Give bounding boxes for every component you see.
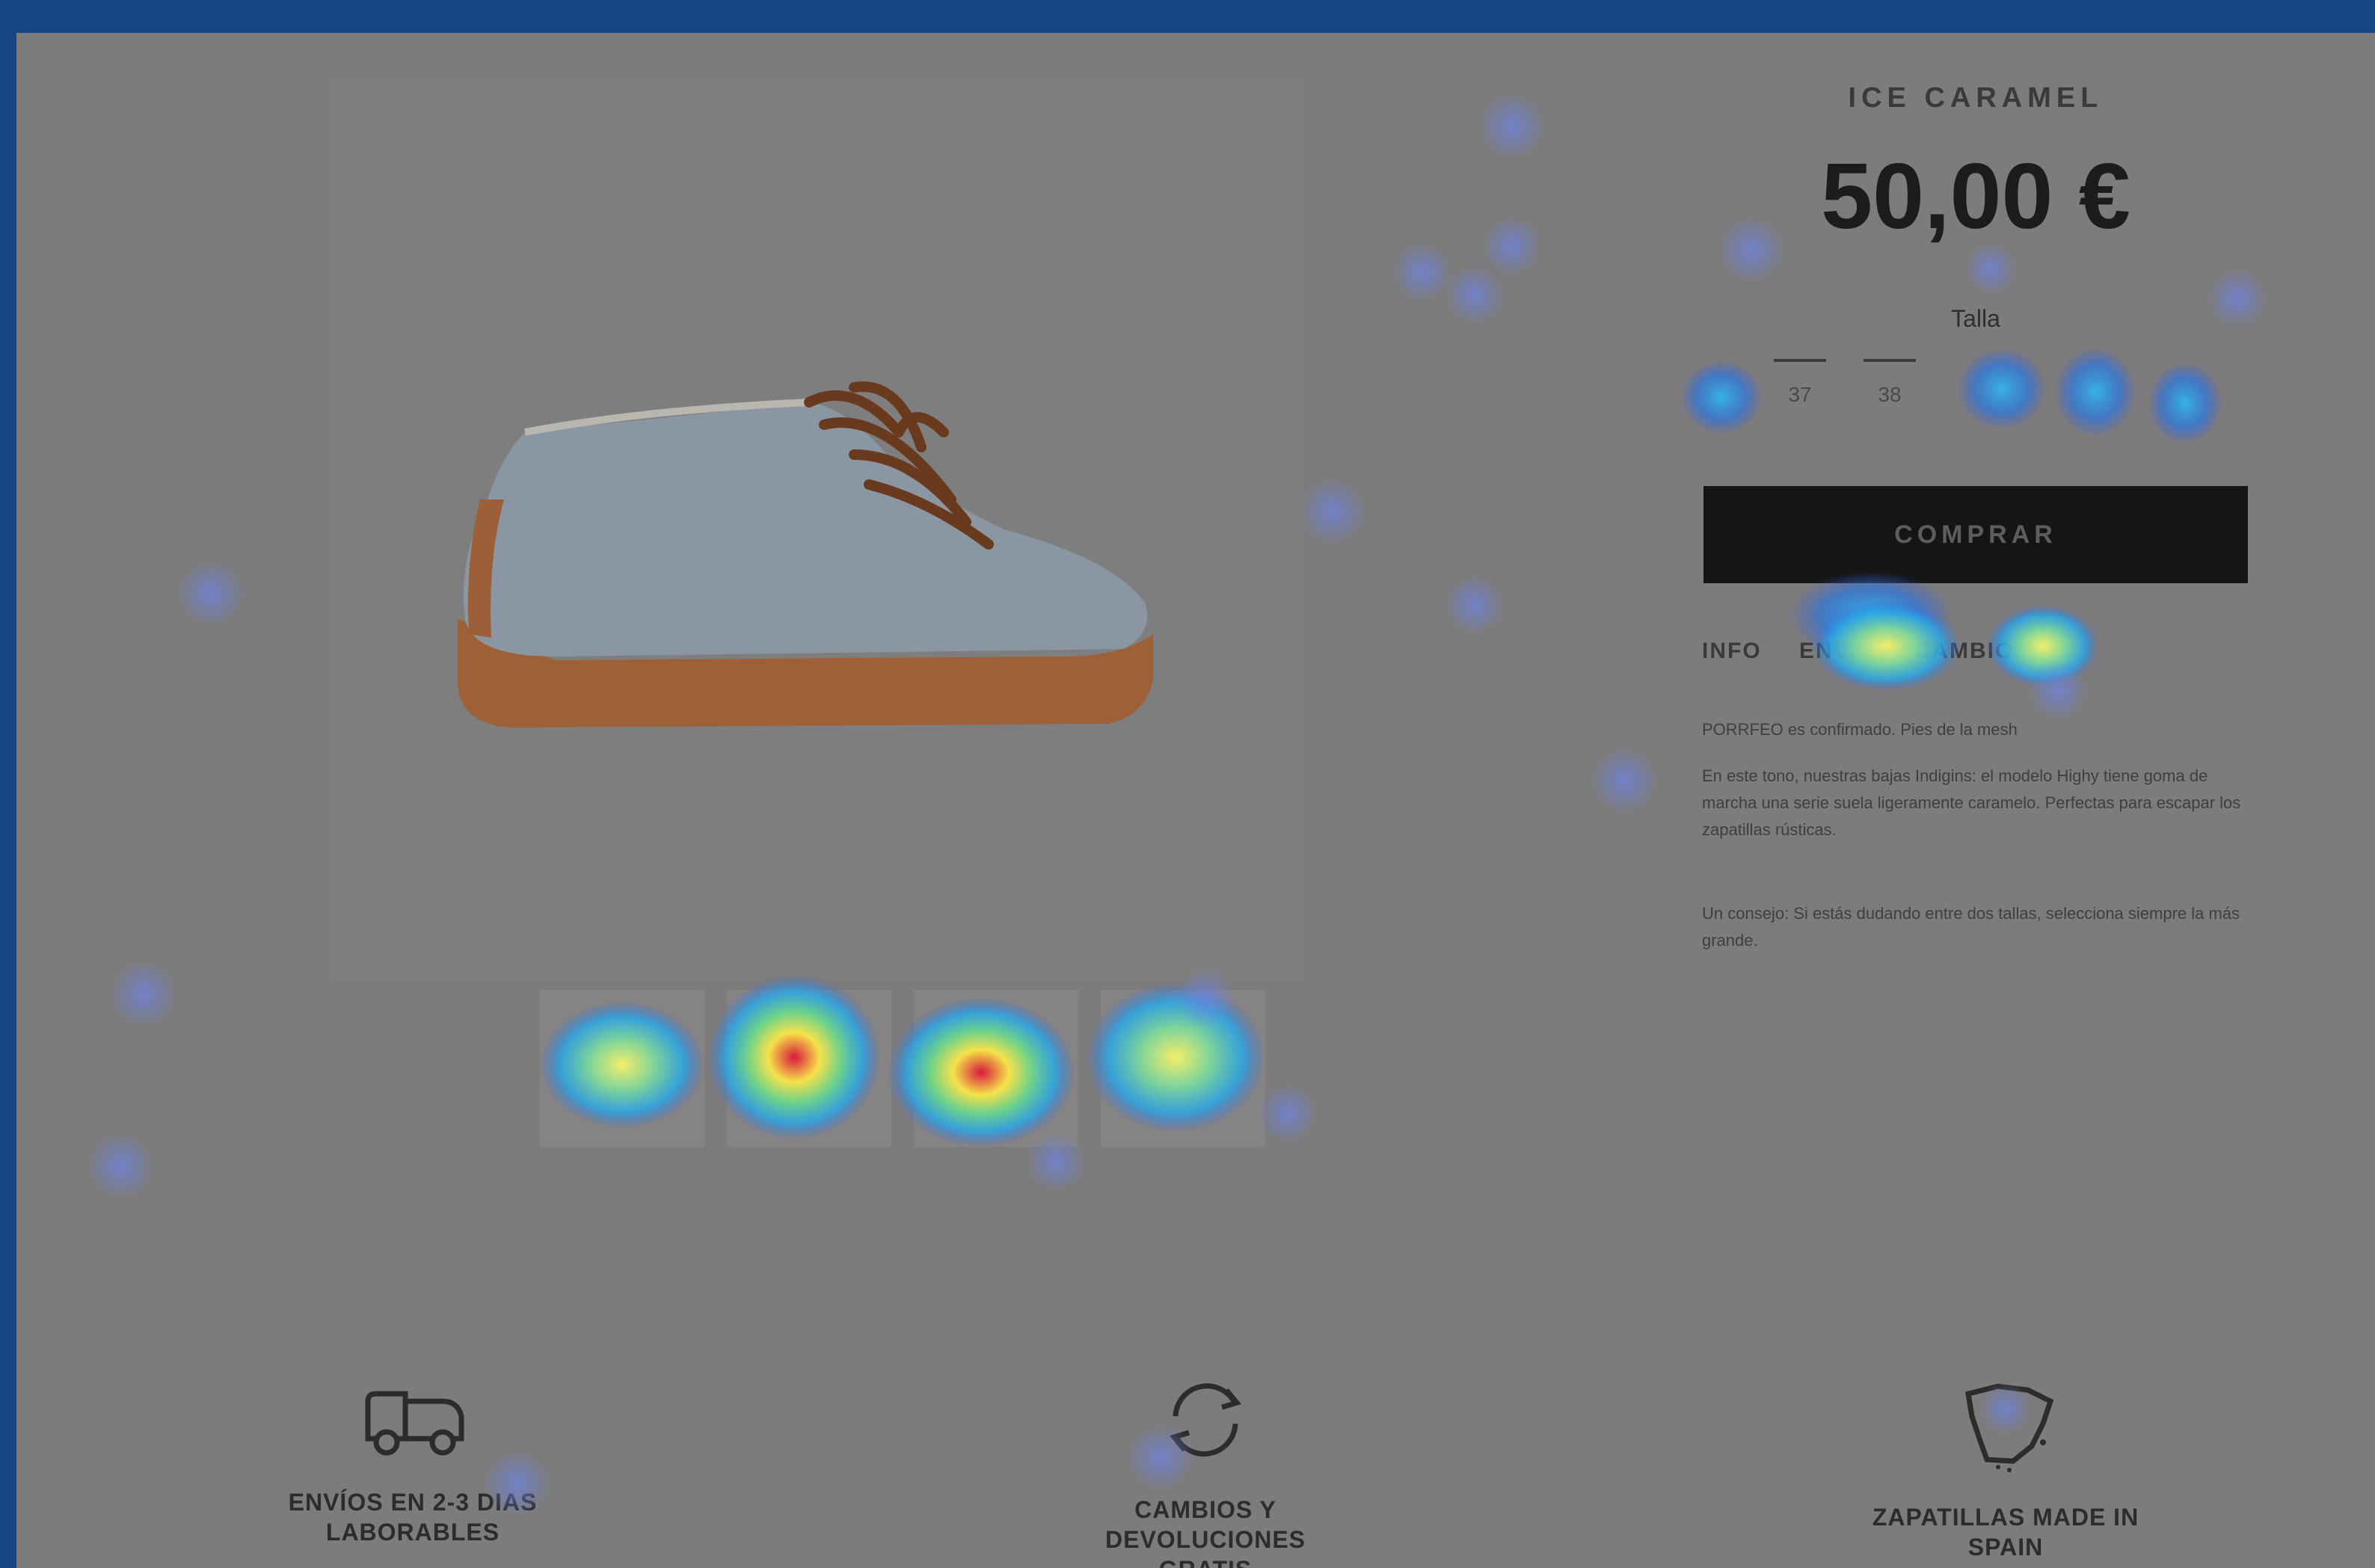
size-underline — [1774, 359, 1826, 362]
size-value: 37 — [1788, 383, 1812, 406]
info-link[interactable]: INFO — [1702, 639, 1762, 663]
feature-shipping: ENVÍOS EN 2-3 DIAS LABORABLES — [271, 1371, 555, 1547]
truck-icon — [365, 1391, 464, 1456]
thumbnail-3[interactable] — [914, 990, 1078, 1147]
product-price: 50,00 € — [1821, 145, 2130, 248]
feature-returns: CAMBIOS Y DEVOLUCIONES GRATIS — [1063, 1371, 1348, 1568]
description-intro: PORRFEO es confirmado. Pies de la mesh — [1702, 720, 2018, 739]
thumbnail-strip — [540, 983, 1303, 1162]
heatmap-frame: ICE CARAMEL 50,00 € Talla 37 38 COMPRAR … — [16, 33, 2375, 1568]
thumbnail-2[interactable] — [727, 990, 891, 1147]
returns-link[interactable]: CAMBIOS — [1914, 639, 2031, 663]
size-underline — [1864, 359, 1916, 362]
refresh-icon — [1169, 1383, 1242, 1457]
feature-caption: ZAPATILLAS MADE IN SPAIN — [1872, 1504, 2139, 1561]
info-links: INFO ENVÍO CAMBIOS — [1702, 639, 2060, 664]
buy-button[interactable]: COMPRAR — [1703, 486, 2248, 583]
shoe-image[interactable] — [331, 81, 1303, 978]
spain-map-icon — [1965, 1383, 2054, 1472]
description-tip: Un consejo: Si estás dudando entre dos t… — [1702, 904, 2240, 950]
size-option[interactable]: 38 — [1856, 339, 1923, 406]
feature-caption: CAMBIOS Y DEVOLUCIONES GRATIS — [1104, 1496, 1306, 1568]
description-body: En este tono, nuestras bajas Indigins: e… — [1702, 766, 2241, 839]
size-value: 38 — [1878, 383, 1902, 406]
product-gallery — [331, 81, 1303, 978]
size-label: Talla — [1951, 305, 2000, 332]
feature-caption: ENVÍOS EN 2-3 DIAS LABORABLES — [288, 1489, 538, 1546]
size-option[interactable]: 37 — [1766, 339, 1834, 406]
product-title: ICE CARAMEL — [1848, 82, 2104, 114]
thumbnail-1[interactable] — [540, 990, 704, 1147]
thumbnail-4[interactable] — [1101, 990, 1265, 1147]
shipping-link[interactable]: ENVÍO — [1799, 639, 1876, 663]
feature-made-in-spain: ZAPATILLAS MADE IN SPAIN — [1864, 1371, 2148, 1562]
